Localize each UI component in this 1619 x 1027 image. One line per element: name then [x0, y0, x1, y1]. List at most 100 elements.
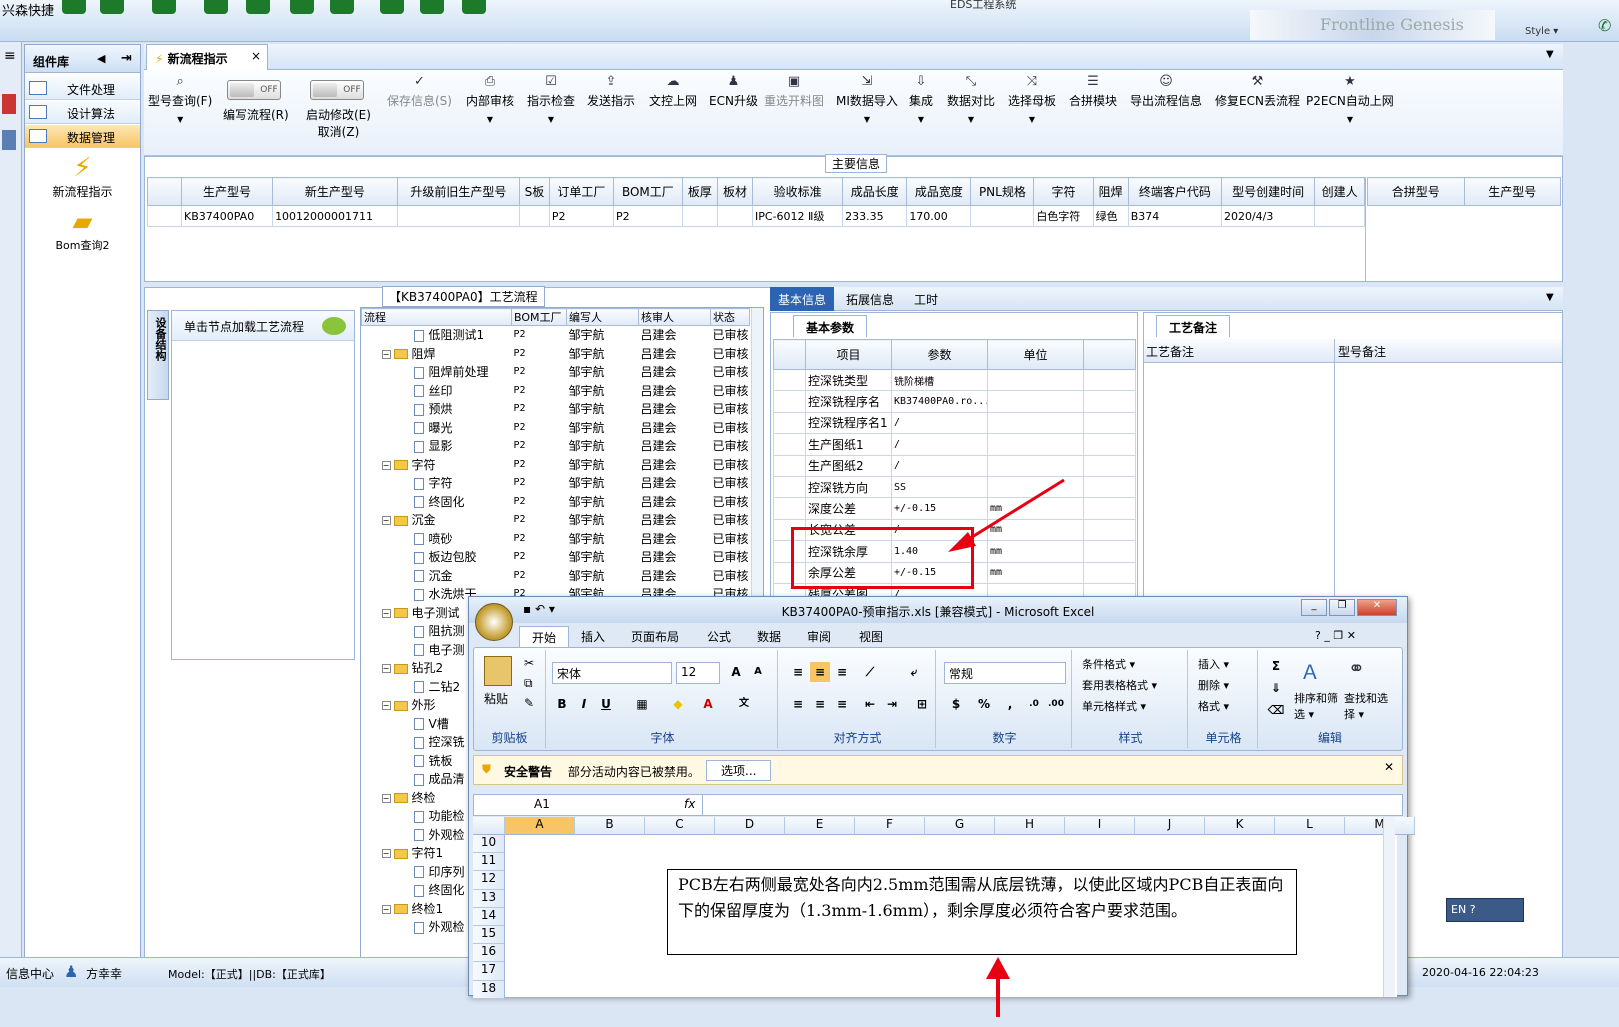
- align-center-icon[interactable]: ≡: [810, 694, 830, 714]
- param-cell[interactable]: [987, 390, 1084, 413]
- process-name-cell[interactable]: 终固化: [361, 492, 512, 511]
- row-header[interactable]: 17: [473, 962, 505, 981]
- copy-icon[interactable]: [290, 0, 314, 14]
- ecn-upgrade-button[interactable]: ♟ ECN升级: [709, 74, 758, 109]
- process-name-cell[interactable]: 曝光: [361, 418, 512, 437]
- binoculars-icon[interactable]: ⚭: [1348, 656, 1365, 680]
- font-size-select[interactable]: 12: [676, 662, 720, 684]
- paste-icon[interactable]: [484, 656, 512, 686]
- collapse-icon[interactable]: −: [381, 701, 391, 711]
- help-icon[interactable]: ? _ ❐ ✕: [1315, 629, 1356, 642]
- column-header[interactable]: E: [785, 817, 855, 835]
- wrap-text-icon[interactable]: ⤶: [904, 662, 924, 682]
- process-name-cell[interactable]: 字符: [361, 473, 512, 493]
- process-row[interactable]: 曝光 P2 邹宇航 吕建会 已审核: [361, 418, 750, 437]
- row-header[interactable]: 11: [473, 853, 505, 872]
- column-header[interactable]: I: [1065, 817, 1135, 835]
- row-selector[interactable]: [773, 497, 806, 520]
- table-cell[interactable]: P2: [612, 205, 683, 227]
- pin-icon[interactable]: ⇥: [121, 51, 132, 66]
- table-cell[interactable]: [716, 205, 754, 227]
- clear-icon[interactable]: ⌫: [1266, 700, 1286, 720]
- process-column-header[interactable]: 编写人: [566, 308, 639, 326]
- collapse-icon[interactable]: −: [381, 793, 391, 803]
- mi-import-button[interactable]: ⇲ MI数据导入 ▼: [836, 74, 898, 124]
- param-cell[interactable]: [987, 433, 1084, 456]
- doc-control-online-button[interactable]: ☁ 文控上网: [649, 74, 697, 109]
- process-name-cell[interactable]: 喷砂: [361, 529, 512, 548]
- process-row[interactable]: 喷砂 P2 邹宇航 吕建会 已审核: [361, 529, 750, 548]
- param-cell[interactable]: /: [891, 433, 988, 456]
- merge-column-header[interactable]: 生产型号: [1463, 177, 1561, 206]
- column-header[interactable]: S板: [519, 177, 550, 206]
- column-header[interactable]: BOM工厂: [612, 177, 683, 206]
- param-row[interactable]: 生产图纸1/: [773, 433, 1136, 456]
- select-mother-board-button[interactable]: ⤨ 选择母板 ▼: [1008, 74, 1056, 124]
- param-cell[interactable]: 生产图纸2: [805, 454, 892, 477]
- table-row[interactable]: KB37400PA0 10012000001711 P2 P2 IPC-6012 Ⅱ级 2…: [147, 205, 1365, 227]
- side-tab-equipment[interactable]: 设备结构: [147, 310, 169, 400]
- column-header[interactable]: 成品宽度: [906, 177, 972, 206]
- table-cell[interactable]: [519, 205, 550, 227]
- tab-page-layout[interactable]: 页面布局: [619, 626, 691, 647]
- tool-icon-2[interactable]: [2, 130, 16, 150]
- shortcut-new-process[interactable]: ⚡ 新流程指示: [25, 153, 140, 200]
- process-row[interactable]: 板边包胶 P2 邹宇航 吕建会 已审核: [361, 547, 750, 567]
- percent-icon[interactable]: %: [974, 694, 994, 714]
- column-header[interactable]: PNL规格: [970, 177, 1035, 206]
- row-header[interactable]: 13: [473, 889, 505, 908]
- menu-item-file[interactable]: 文件处理: [25, 77, 140, 100]
- export-process-button[interactable]: ☺ 导出流程信息: [1130, 74, 1202, 109]
- sort-icon[interactable]: Ａ: [1300, 656, 1320, 685]
- column-header[interactable]: 型号创建时间: [1220, 177, 1316, 206]
- column-header[interactable]: 验收标准: [752, 177, 844, 206]
- sum-icon[interactable]: Σ: [1266, 656, 1286, 676]
- param-cell[interactable]: 生产图纸1: [805, 433, 892, 456]
- process-row[interactable]: 字符 P2 邹宇航 吕建会 已审核: [361, 473, 750, 493]
- table-cell[interactable]: 10012000001711: [272, 205, 398, 227]
- column-header[interactable]: 新生产型号: [272, 177, 398, 206]
- table-cell[interactable]: 绿色: [1092, 205, 1129, 227]
- restore-button[interactable]: ❐: [1329, 599, 1355, 616]
- column-header[interactable]: L: [1275, 817, 1345, 835]
- row-selector[interactable]: [773, 411, 806, 435]
- note-textbox[interactable]: PCB左右两侧最宽处各向内2.5mm范围需从底层铣薄，以使此区域内PCB自正表面…: [667, 869, 1297, 955]
- tool-icon[interactable]: [2, 94, 16, 114]
- row-header[interactable]: 12: [473, 871, 505, 890]
- row-header[interactable]: 15: [473, 926, 505, 945]
- format-cells-button[interactable]: 格式 ▾: [1198, 698, 1229, 714]
- merge-module-button[interactable]: ☰ 合拼模块: [1069, 74, 1117, 109]
- table-cell[interactable]: [396, 205, 521, 227]
- collapse-icon[interactable]: −: [381, 608, 391, 618]
- param-column-header[interactable]: 单位: [987, 339, 1084, 370]
- scissors-icon[interactable]: ✂: [524, 656, 534, 670]
- collapse-icon[interactable]: −: [381, 516, 391, 526]
- chart-icon[interactable]: [420, 0, 444, 14]
- table-cell[interactable]: 233.35: [842, 205, 908, 227]
- find-select-button[interactable]: 查找和选择 ▾: [1344, 690, 1388, 722]
- row-selector[interactable]: [773, 390, 806, 413]
- sort-filter-button[interactable]: 排序和筛选 ▾: [1294, 690, 1338, 722]
- process-row[interactable]: 显影 P2 邹宇航 吕建会 已审核: [361, 436, 750, 456]
- param-cell[interactable]: [987, 411, 1084, 435]
- param-cell[interactable]: 深度公差: [805, 497, 892, 520]
- orientation-icon[interactable]: ⟋: [860, 662, 880, 682]
- font-color-icon[interactable]: A: [698, 694, 718, 714]
- row-header[interactable]: 16: [473, 944, 505, 963]
- fill-icon[interactable]: ⇓: [1266, 678, 1286, 698]
- param-cell[interactable]: 控深铣方向: [805, 475, 892, 499]
- param-cell[interactable]: 铣阶梯槽: [891, 368, 988, 392]
- settings-icon[interactable]: [100, 0, 124, 14]
- column-header[interactable]: J: [1135, 817, 1205, 835]
- align-middle-icon[interactable]: ≡: [810, 662, 830, 682]
- grid-icon[interactable]: [152, 0, 176, 14]
- column-header[interactable]: B: [575, 817, 645, 835]
- param-row[interactable]: 控深铣程序名 KB37400PA0.ro...: [773, 390, 1136, 413]
- hint-header[interactable]: 单击节点加载工艺流程: [172, 311, 354, 341]
- process-name-cell[interactable]: 显影: [361, 436, 512, 456]
- align-right-icon[interactable]: ≡: [832, 694, 852, 714]
- shrink-font-icon[interactable]: A: [748, 662, 768, 682]
- delete-cells-button[interactable]: 删除 ▾: [1198, 677, 1229, 693]
- table-cell[interactable]: KB37400PA0: [180, 205, 274, 227]
- close-window-button[interactable]: ✕: [1357, 599, 1397, 616]
